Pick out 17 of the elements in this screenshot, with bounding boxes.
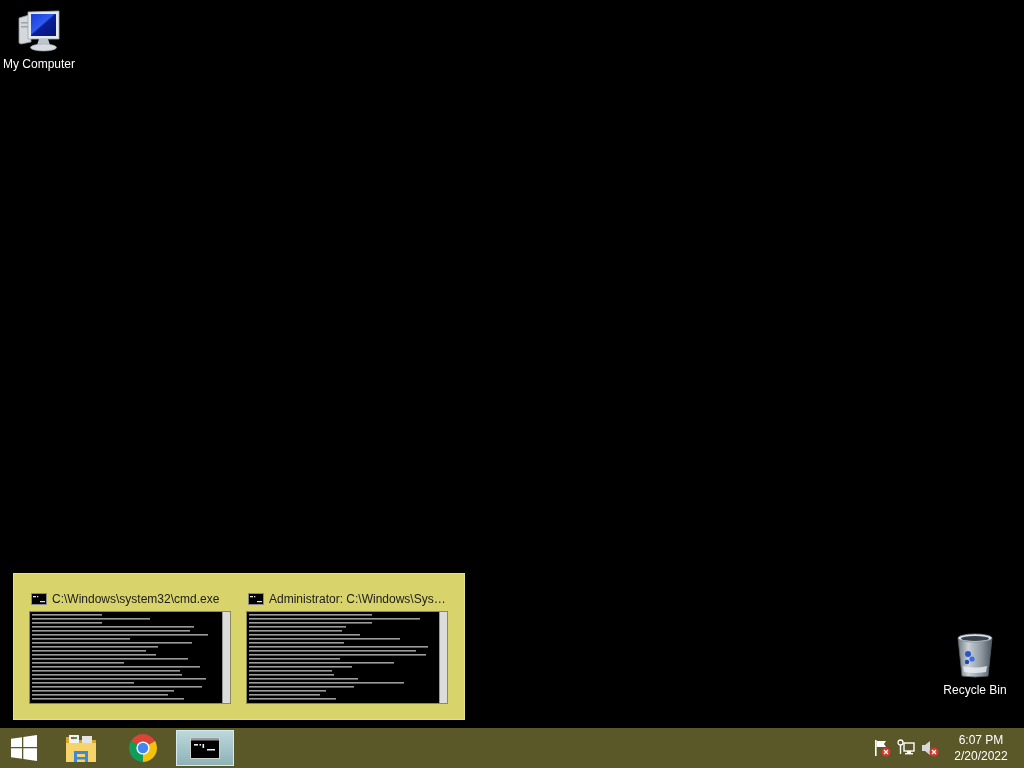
network-icon[interactable]	[897, 739, 915, 757]
folder-icon	[65, 733, 97, 763]
trash-bin-icon	[955, 632, 995, 678]
terminal-icon	[31, 593, 47, 605]
terminal-icon	[190, 737, 220, 759]
terminal-icon	[248, 593, 264, 605]
desktop-shortcut[interactable]: My Computer	[0, 6, 78, 76]
flag-icon[interactable]	[873, 739, 891, 757]
computer-icon	[17, 10, 61, 52]
tricolor-circle-icon	[128, 733, 158, 763]
clock-button[interactable]: 6:07 PM 2/20/2022	[947, 732, 1015, 764]
window-title: C:\Windows\system32\cmd.exe	[52, 591, 220, 607]
four-panes-icon	[11, 735, 37, 761]
desktop-shortcut[interactable]: Recycle Bin	[936, 628, 1014, 702]
taskbar-button[interactable]	[176, 730, 234, 766]
speaker-icon[interactable]	[921, 739, 939, 757]
window-title: Administrator: C:\Windows\Sys…	[269, 591, 446, 607]
